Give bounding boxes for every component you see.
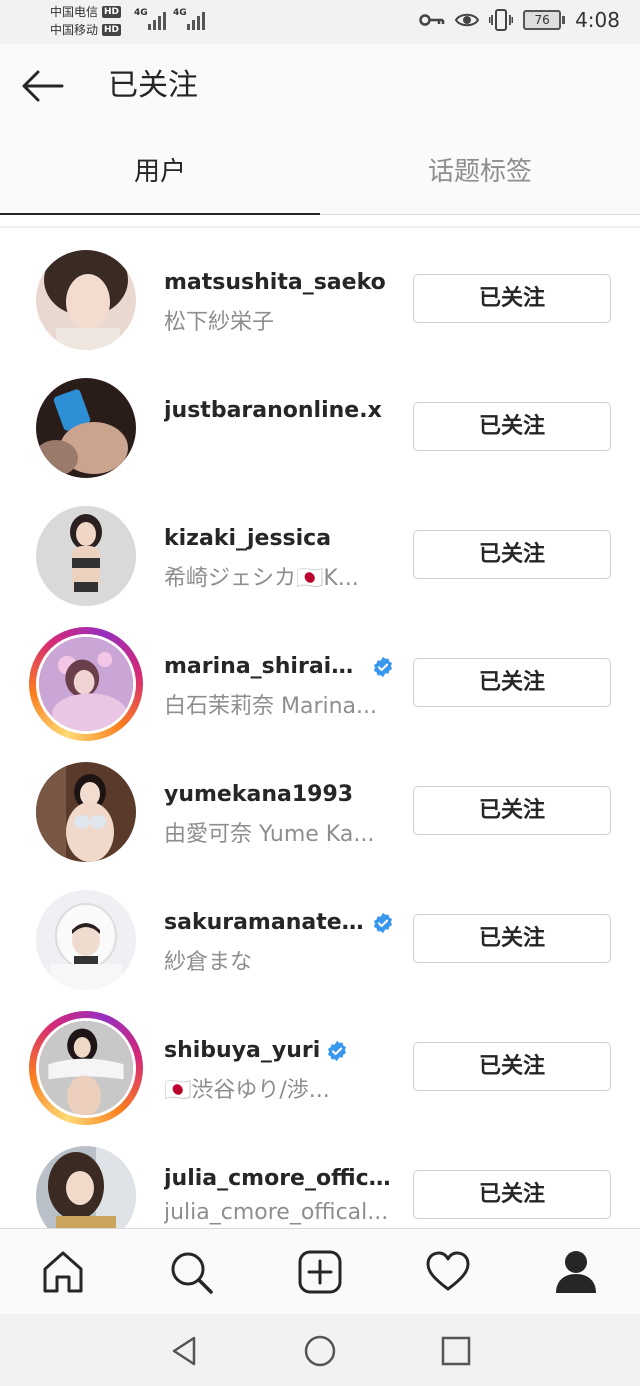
page-title: 已关注: [108, 68, 198, 103]
avatar[interactable]: [36, 1146, 136, 1228]
list-item[interactable]: justbaranonline.x 已关注: [0, 364, 640, 492]
bottom-navigation: [0, 1228, 640, 1315]
heart-icon: [426, 1251, 470, 1291]
verified-badge-icon: [328, 1040, 347, 1061]
full-name: 紗倉まな: [164, 950, 253, 975]
username[interactable]: matsushita_saeko: [164, 270, 386, 295]
add-post-icon: [298, 1250, 342, 1294]
nav-profile[interactable]: [551, 1247, 601, 1297]
search-icon: [171, 1252, 213, 1294]
username[interactable]: marina_shirais...: [164, 654, 366, 679]
following-list[interactable]: matsushita_saeko 松下紗栄子 已关注 justbaranonli…: [0, 236, 640, 1228]
username[interactable]: kizaki_jessica: [164, 526, 331, 551]
status-bar: 中国电信 HD 中国移动 HD 4G 4G 76 4:08: [0, 0, 640, 44]
signal-bars-1-icon: [148, 10, 166, 30]
tab-bar: 用户 话题标签: [0, 130, 640, 215]
nav-home[interactable]: [38, 1247, 88, 1297]
following-button[interactable]: 已关注: [413, 658, 611, 707]
battery-level: 76: [523, 10, 562, 30]
back-button[interactable]: [18, 66, 66, 106]
list-item[interactable]: sakuramanateee 紗倉まな 已关注: [0, 876, 640, 1004]
battery-icon: 76: [523, 10, 566, 30]
list-item[interactable]: julia_cmore_official julia_cmore_offical…: [0, 1132, 640, 1228]
list-item[interactable]: shibuya_yuri 🇯🇵渋谷ゆり/渉... 已关注: [0, 1004, 640, 1132]
avatar-story-ring[interactable]: [29, 1011, 143, 1125]
system-navigation: [0, 1314, 640, 1386]
system-recents-button[interactable]: [439, 1334, 473, 1368]
system-home-button[interactable]: [303, 1334, 337, 1368]
following-button[interactable]: 已关注: [413, 530, 611, 579]
username[interactable]: justbaranonline.x: [164, 398, 382, 423]
full-name: 由愛可奈 Yume Ka...: [164, 822, 375, 847]
arrow-left-icon: [22, 70, 64, 102]
username[interactable]: shibuya_yuri: [164, 1038, 320, 1063]
avatar-story-ring[interactable]: [29, 627, 143, 741]
following-button[interactable]: 已关注: [413, 1042, 611, 1091]
carrier-2: 中国移动: [50, 23, 99, 37]
tab-users[interactable]: 用户: [0, 130, 320, 214]
home-icon: [43, 1251, 83, 1293]
avatar[interactable]: [36, 890, 136, 990]
full-name: julia_cmore_offical...: [164, 1200, 389, 1225]
system-back-button[interactable]: [168, 1334, 202, 1368]
vibrate-icon: [489, 9, 514, 31]
verified-badge-icon: [373, 656, 393, 677]
list-item[interactable]: yumekana1993 由愛可奈 Yume Ka... 已关注: [0, 748, 640, 876]
home-circle-icon: [304, 1335, 336, 1367]
network-type-2: 4G: [173, 8, 187, 18]
full-name: 松下紗栄子: [164, 310, 275, 335]
following-button[interactable]: 已关注: [413, 786, 611, 835]
avatar[interactable]: [36, 378, 136, 478]
active-tab-indicator: [0, 213, 320, 215]
nav-activity[interactable]: [423, 1247, 473, 1297]
username[interactable]: yumekana1993: [164, 782, 353, 807]
username[interactable]: julia_cmore_official: [164, 1166, 394, 1191]
following-button[interactable]: 已关注: [413, 274, 611, 323]
nav-new-post[interactable]: [295, 1247, 345, 1297]
following-button[interactable]: 已关注: [413, 914, 611, 963]
avatar[interactable]: [36, 762, 136, 862]
back-triangle-icon: [172, 1336, 196, 1366]
full-name: 希崎ジェシカ🇯🇵K...: [164, 566, 359, 591]
key-icon: [419, 14, 445, 26]
list-item[interactable]: marina_shirais... 白石茉莉奈 Marina... 已关注: [0, 620, 640, 748]
avatar[interactable]: [36, 250, 136, 350]
full-name: 白石茉莉奈 Marina...: [164, 694, 378, 719]
divider: [0, 226, 640, 228]
signal-bars-2-icon: [187, 10, 205, 30]
following-button[interactable]: 已关注: [413, 402, 611, 451]
following-button[interactable]: 已关注: [413, 1170, 611, 1219]
profile-icon: [556, 1251, 596, 1293]
recents-square-icon: [441, 1336, 471, 1366]
avatar[interactable]: [36, 506, 136, 606]
eye-icon: [455, 13, 480, 27]
full-name: 🇯🇵渋谷ゆり/渉...: [164, 1078, 330, 1103]
carrier-1: 中国电信: [50, 5, 99, 19]
clock: 4:08: [575, 8, 620, 32]
hd-badge-2: HD: [102, 24, 122, 36]
app-header: 已关注: [0, 44, 640, 130]
hd-badge-1: HD: [102, 6, 122, 18]
carrier-info: 中国电信 HD 中国移动 HD: [50, 3, 122, 39]
list-item[interactable]: matsushita_saeko 松下紗栄子 已关注: [0, 236, 640, 364]
tab-hashtags[interactable]: 话题标签: [320, 130, 640, 214]
username[interactable]: sakuramanateee: [164, 910, 366, 935]
list-item[interactable]: kizaki_jessica 希崎ジェシカ🇯🇵K... 已关注: [0, 492, 640, 620]
nav-search[interactable]: [166, 1247, 216, 1297]
network-type-1: 4G: [134, 8, 148, 18]
verified-badge-icon: [373, 912, 393, 933]
